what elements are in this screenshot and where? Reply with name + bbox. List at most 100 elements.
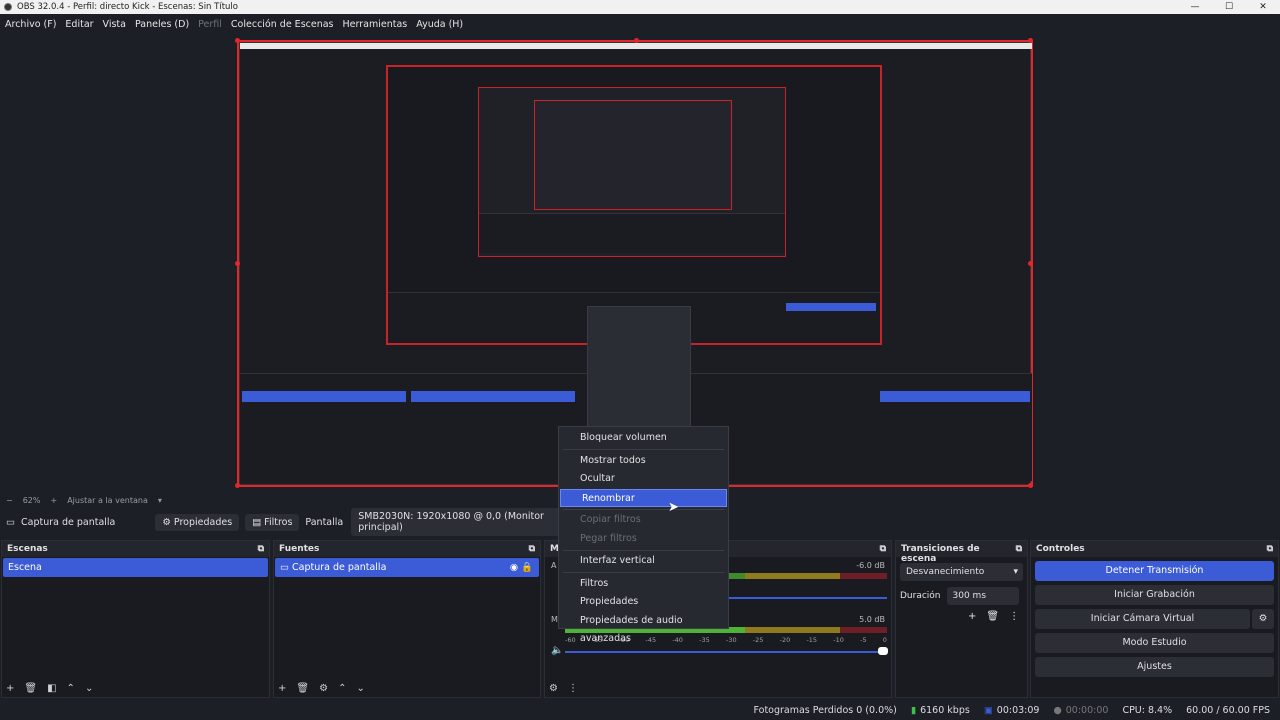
lock-icon[interactable]: 🔒: [521, 562, 533, 573]
duration-value: 300 ms: [952, 591, 987, 601]
more-icon[interactable]: ⋮: [568, 683, 578, 694]
resize-handle[interactable]: [1028, 38, 1033, 43]
arrow-up-icon[interactable]: ⌃: [338, 683, 346, 694]
menu-archivo[interactable]: Archivo (F): [5, 19, 56, 30]
menu-item-lock-volume[interactable]: Bloquear volumen: [559, 429, 728, 448]
undock-icon[interactable]: ⧉: [529, 544, 535, 554]
undock-icon[interactable]: ⧉: [880, 544, 886, 554]
context-menu: Bloquear volumen Mostrar todos Ocultar R…: [558, 426, 729, 645]
chevron-down-icon[interactable]: ▾: [158, 496, 162, 505]
chevron-down-icon: ▾: [1013, 567, 1018, 577]
obs-logo-icon: [4, 3, 12, 11]
trash-icon[interactable]: 🗑: [24, 683, 37, 694]
resize-handle[interactable]: [634, 38, 639, 43]
controls-dock: Controles ⧉ Detener Transmisión Iniciar G…: [1030, 540, 1279, 698]
scenes-title: Escenas: [7, 544, 48, 554]
arrow-down-icon[interactable]: ⌄: [85, 683, 93, 694]
menu-item-hide[interactable]: Ocultar: [559, 470, 728, 489]
speaker-icon[interactable]: 🔈: [551, 645, 563, 656]
menu-item-paste-filters[interactable]: Pegar filtros: [559, 530, 728, 549]
undock-icon[interactable]: ⧉: [258, 544, 264, 554]
resize-handle[interactable]: [235, 261, 240, 266]
zoom-in-button[interactable]: +: [50, 496, 57, 505]
display-select[interactable]: SMB2030N: 1920x1080 @ 0,0 (Monitor princ…: [351, 508, 572, 536]
add-icon[interactable]: +: [6, 683, 14, 694]
undock-icon[interactable]: ⧉: [1016, 544, 1022, 554]
trash-icon[interactable]: 🗑: [986, 611, 999, 622]
cpu-usage: CPU: 8.4%: [1122, 704, 1173, 716]
zoom-out-button[interactable]: −: [6, 496, 13, 505]
close-button[interactable]: ✕: [1246, 0, 1280, 14]
nested-docks-3: [479, 213, 785, 253]
start-recording-button[interactable]: Iniciar Grabación: [1035, 585, 1274, 605]
title-bar: OBS 32.0.4 - Perfil: directo Kick - Esce…: [0, 0, 1280, 14]
menu-item-filters[interactable]: Filtros: [559, 575, 728, 594]
bitrate: 6160 kbps: [920, 704, 970, 716]
resize-handle[interactable]: [1028, 483, 1033, 488]
menu-editar[interactable]: Editar: [65, 19, 93, 30]
menu-item-advanced-audio[interactable]: Propiedades de audio avanzadas: [559, 612, 728, 645]
nested-canvas-3: [534, 100, 732, 210]
dropped-frames: Fotogramas Perdidos 0 (0.0%): [753, 704, 897, 716]
record-time: 00:00:00: [1065, 704, 1109, 716]
start-virtual-camera-button[interactable]: Iniciar Cámara Virtual: [1035, 609, 1250, 629]
zoom-level: 62%: [22, 495, 41, 505]
trash-icon[interactable]: 🗑: [296, 683, 309, 694]
filters-button[interactable]: ▤ Filtros: [245, 513, 300, 531]
preview-canvas[interactable]: [235, 38, 1033, 488]
menu-vista[interactable]: Vista: [103, 19, 126, 30]
duration-input[interactable]: 300 ms: [946, 587, 1019, 605]
menu-item-rename[interactable]: Renombrar: [560, 488, 727, 507]
undock-icon[interactable]: ⧉: [1267, 544, 1273, 554]
fps: 60.00 / 60.00 FPS: [1186, 704, 1270, 716]
filter-icon[interactable]: ◧: [47, 683, 56, 694]
transition-select[interactable]: Desvanecimiento ▾: [900, 563, 1023, 581]
add-icon[interactable]: +: [968, 611, 976, 622]
arrow-down-icon[interactable]: ⌄: [356, 683, 364, 694]
gear-icon[interactable]: ⚙: [319, 683, 328, 694]
menu-paneles[interactable]: Paneles (D): [135, 19, 189, 30]
more-icon[interactable]: ⋮: [1009, 611, 1019, 622]
source-item-label: Captura de pantalla: [292, 562, 387, 573]
studio-mode-button[interactable]: Modo Estudio: [1035, 633, 1274, 653]
resize-handle[interactable]: [235, 483, 240, 488]
track2-volume-slider[interactable]: [565, 651, 887, 653]
track2-db: 5.0 dB: [859, 615, 885, 624]
maximize-button[interactable]: ☐: [1212, 0, 1246, 14]
stream-time: 00:03:09: [996, 704, 1040, 716]
eye-icon[interactable]: ◉: [510, 562, 518, 573]
fit-window-button[interactable]: Ajustar a la ventana: [67, 496, 148, 505]
menu-item-copy-filters[interactable]: Copiar filtros: [559, 511, 728, 530]
resize-handle[interactable]: [1028, 261, 1033, 266]
source-item[interactable]: ▭ Captura de pantalla ◉ 🔒: [275, 558, 539, 577]
controls-title: Controles: [1036, 544, 1085, 554]
transitions-dock: Transiciones de escena ⧉ Desvanecimiento ▾…: [895, 540, 1028, 698]
filters-label: Filtros: [264, 516, 293, 528]
menu-item-properties[interactable]: Propiedades: [559, 593, 728, 612]
resize-handle[interactable]: [235, 38, 240, 43]
menu-ayuda[interactable]: Ayuda (H): [416, 19, 463, 30]
menu-perfil[interactable]: Perfil: [198, 19, 222, 30]
menu-item-show-all[interactable]: Mostrar todos: [559, 452, 728, 471]
nested-canvas-2: [478, 87, 786, 257]
menu-coleccion-escenas[interactable]: Colección de Escenas: [231, 19, 334, 30]
stop-streaming-button[interactable]: Detener Transmisión: [1035, 561, 1274, 581]
selected-source-label: Captura de pantalla: [20, 516, 116, 528]
window-controls: — ☐ ✕: [1178, 0, 1280, 14]
track1-label: A: [551, 561, 557, 570]
settings-button[interactable]: Ajustes: [1035, 657, 1274, 677]
scene-item[interactable]: Escena: [3, 558, 268, 577]
properties-button[interactable]: ⚙ Propiedades: [155, 513, 240, 531]
gear-icon[interactable]: ⚙: [1252, 609, 1274, 629]
nested-capture: [239, 42, 1032, 485]
menu-item-vertical-layout[interactable]: Interfaz vertical: [559, 552, 728, 571]
advanced-audio-icon[interactable]: ⚙: [549, 683, 558, 694]
volume-handle[interactable]: [878, 647, 888, 655]
minimize-button[interactable]: —: [1178, 0, 1212, 14]
add-icon[interactable]: +: [278, 683, 286, 694]
window-title: OBS 32.0.4 - Perfil: directo Kick - Esce…: [17, 2, 238, 12]
menu-herramientas[interactable]: Herramientas: [343, 19, 408, 30]
nested-canvas: [386, 65, 882, 345]
arrow-up-icon[interactable]: ⌃: [67, 683, 75, 694]
monitor-icon: ▭: [280, 562, 292, 573]
